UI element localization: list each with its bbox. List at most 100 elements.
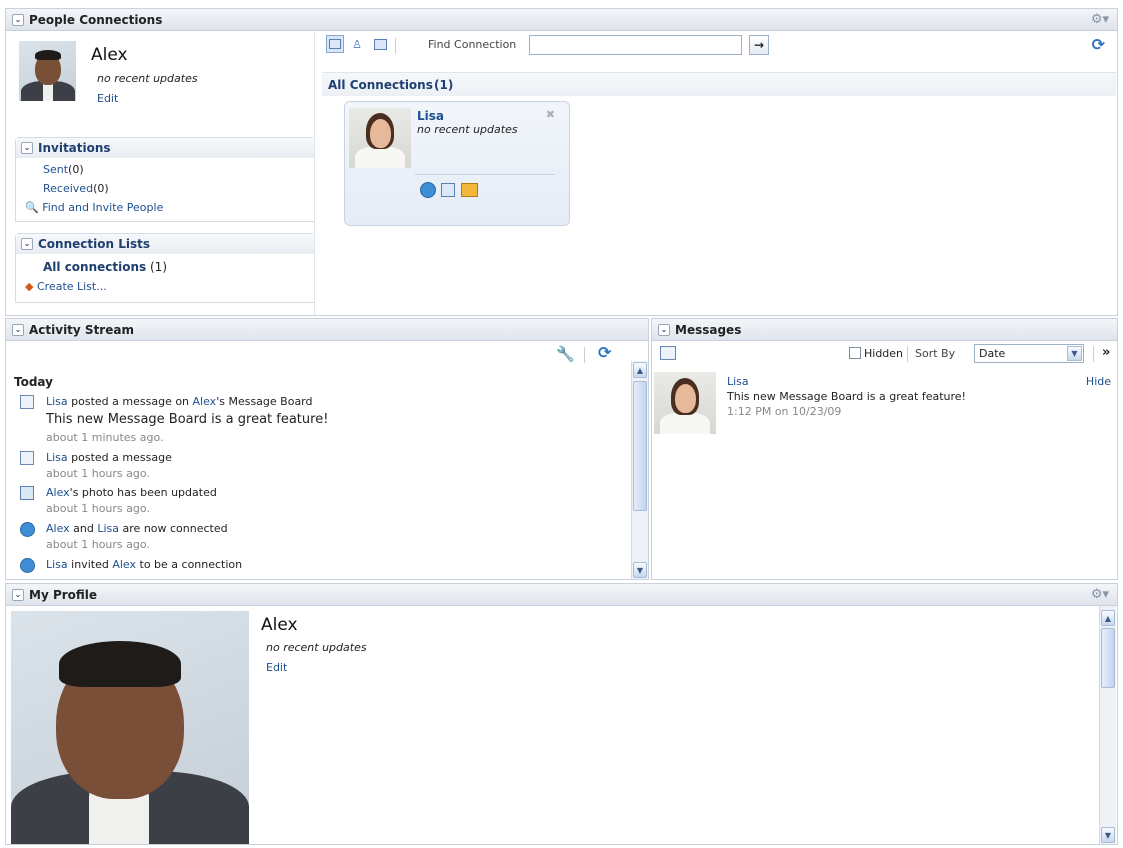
search-icon: 🔍 [25, 201, 39, 214]
sort-select[interactable]: Date ▼ [974, 344, 1084, 363]
edit-link[interactable]: Edit [97, 92, 118, 105]
scroll-up-button[interactable]: ▲ [1101, 610, 1115, 626]
card-status: no recent updates [417, 123, 518, 136]
list-item: Alex's photo has been updated [46, 486, 217, 499]
add-icon: ◆ [25, 280, 34, 293]
profile-scrollbar[interactable]: ▲ ▼ [1099, 606, 1116, 844]
more-button[interactable]: » [1102, 345, 1110, 360]
activity-time: about 1 hours ago. [46, 467, 150, 480]
sort-by-label: Sort By [915, 347, 956, 360]
chevron-down-icon[interactable]: ⌄ [21, 238, 33, 250]
post-icon [20, 395, 34, 409]
chevron-down-icon[interactable]: ▼ [1067, 346, 1082, 361]
post-icon [20, 451, 34, 465]
invitations-section: ⌄ Invitations Sent(0) Received(0) 🔍 Find… [15, 137, 315, 222]
message-item: Lisa This new Message Board is a great f… [652, 371, 1117, 441]
profile-status: no recent updates [97, 72, 198, 85]
panel-title: Messages [675, 322, 742, 337]
people-connections-panel: ⌄ People Connections ⚙▾ Alex no recent u… [5, 8, 1118, 316]
activity-time: about 1 hours ago. [46, 502, 150, 515]
all-connections-bar: All Connections (1) [322, 72, 1116, 96]
gear-icon[interactable]: ⚙▾ [1091, 12, 1109, 27]
activity-scrollbar[interactable]: ▲ ▼ [631, 361, 648, 579]
wrench-icon[interactable]: 🔧 [556, 345, 575, 363]
connection-card[interactable]: Lisa no recent updates ✖ [344, 101, 570, 226]
profile-name: Alex [261, 615, 298, 635]
mail-icon[interactable] [461, 183, 478, 197]
card-divider [415, 174, 555, 175]
person-icon[interactable]: ♙ [348, 35, 366, 53]
list-view-icon[interactable] [371, 35, 389, 53]
profile-icon[interactable] [441, 183, 455, 197]
connections-icon[interactable] [420, 182, 436, 198]
list-item: Alex and Lisa are now connected [46, 522, 228, 535]
card-name[interactable]: Lisa [417, 109, 444, 123]
avatar [19, 41, 76, 101]
message-sender[interactable]: Lisa [727, 375, 749, 388]
toolbar-separator [907, 346, 908, 362]
people-connections-header: ⌄ People Connections [6, 9, 1117, 31]
close-icon[interactable]: ✖ [546, 108, 555, 121]
activity-stream-header: ⌄ Activity Stream [6, 319, 648, 341]
connection-lists-section: ⌄ Connection Lists All connections (1) ◆… [15, 233, 315, 303]
scroll-down-button[interactable]: ▼ [633, 562, 647, 578]
chevron-down-icon[interactable]: ⌄ [21, 142, 33, 154]
profile-name: Alex [91, 45, 128, 65]
scroll-thumb[interactable] [1101, 628, 1115, 688]
profile-photo [11, 611, 249, 844]
go-arrow-button[interactable]: → [749, 35, 769, 55]
message-text: This new Message Board is a great featur… [727, 390, 966, 403]
messages-header: ⌄ Messages [652, 319, 1117, 341]
toolbar-separator [584, 347, 585, 363]
connections-toolbar: ♙ Find Connection → [326, 35, 1106, 59]
scroll-down-button[interactable]: ▼ [1101, 827, 1115, 843]
refresh-icon[interactable]: ⟳ [1092, 35, 1105, 54]
chevron-down-icon[interactable]: ⌄ [12, 13, 24, 26]
hidden-checkbox[interactable] [849, 347, 861, 359]
panel-title: My Profile [29, 587, 98, 602]
edit-link[interactable]: Edit [266, 661, 287, 674]
list-item: Lisa posted a message [46, 451, 172, 464]
find-connection-label: Find Connection [428, 38, 517, 51]
new-message-icon[interactable] [660, 346, 676, 360]
connections-icon [20, 522, 35, 537]
avatar [349, 108, 411, 168]
my-profile-header: ⌄ My Profile [6, 584, 1117, 606]
activity-time: about 1 minutes ago. [46, 431, 164, 444]
connection-lists-header: ⌄ Connection Lists [16, 234, 314, 254]
gear-icon[interactable]: ⚙▾ [1091, 587, 1109, 602]
my-profile-panel: ⌄ My Profile ⚙▾ Alex no recent updates E… [5, 583, 1118, 845]
create-list-link[interactable]: ◆ Create List... [25, 280, 107, 293]
activity-message: This new Message Board is a great featur… [46, 412, 329, 427]
chevron-down-icon[interactable]: ⌄ [12, 323, 24, 336]
toolbar-separator [395, 38, 396, 54]
refresh-icon[interactable]: ⟳ [598, 343, 611, 362]
received-item[interactable]: Received(0) [43, 182, 109, 195]
messages-panel: ⌄ Messages Hidden Sort By Date ▼ » Lisa … [651, 318, 1118, 580]
all-connections-item[interactable]: All connections (1) [43, 260, 167, 274]
activity-list: Today Lisa posted a message on Alex's Me… [6, 371, 632, 579]
panel-title: Activity Stream [29, 322, 134, 337]
list-item: Lisa invited Alex to be a connection [46, 558, 243, 571]
hide-link[interactable]: Hide [1086, 375, 1111, 388]
avatar [654, 372, 716, 434]
profile-summary: Alex no recent updates Edit [19, 41, 309, 111]
today-heading: Today [14, 375, 53, 389]
list-item: Lisa posted a message on Alex's Message … [46, 395, 313, 408]
message-time: 1:12 PM on 10/23/09 [727, 405, 842, 418]
card-view-icon[interactable] [326, 35, 344, 53]
panel-title: People Connections [29, 12, 163, 27]
find-invite-link[interactable]: 🔍 Find and Invite People [25, 201, 163, 214]
photo-icon [20, 486, 34, 500]
column-divider [314, 31, 315, 315]
hidden-label: Hidden [864, 347, 904, 360]
find-connection-input[interactable] [529, 35, 742, 55]
scroll-up-button[interactable]: ▲ [633, 362, 647, 378]
scroll-thumb[interactable] [633, 381, 647, 511]
profile-status: no recent updates [266, 641, 367, 654]
chevron-down-icon[interactable]: ⌄ [658, 323, 670, 336]
activity-stream-panel: ⌄ Activity Stream 🔧 ⟳ Today Lisa posted … [5, 318, 649, 580]
chevron-down-icon[interactable]: ⌄ [12, 588, 24, 601]
sent-item[interactable]: Sent(0) [43, 163, 84, 176]
connections-icon [20, 558, 35, 573]
